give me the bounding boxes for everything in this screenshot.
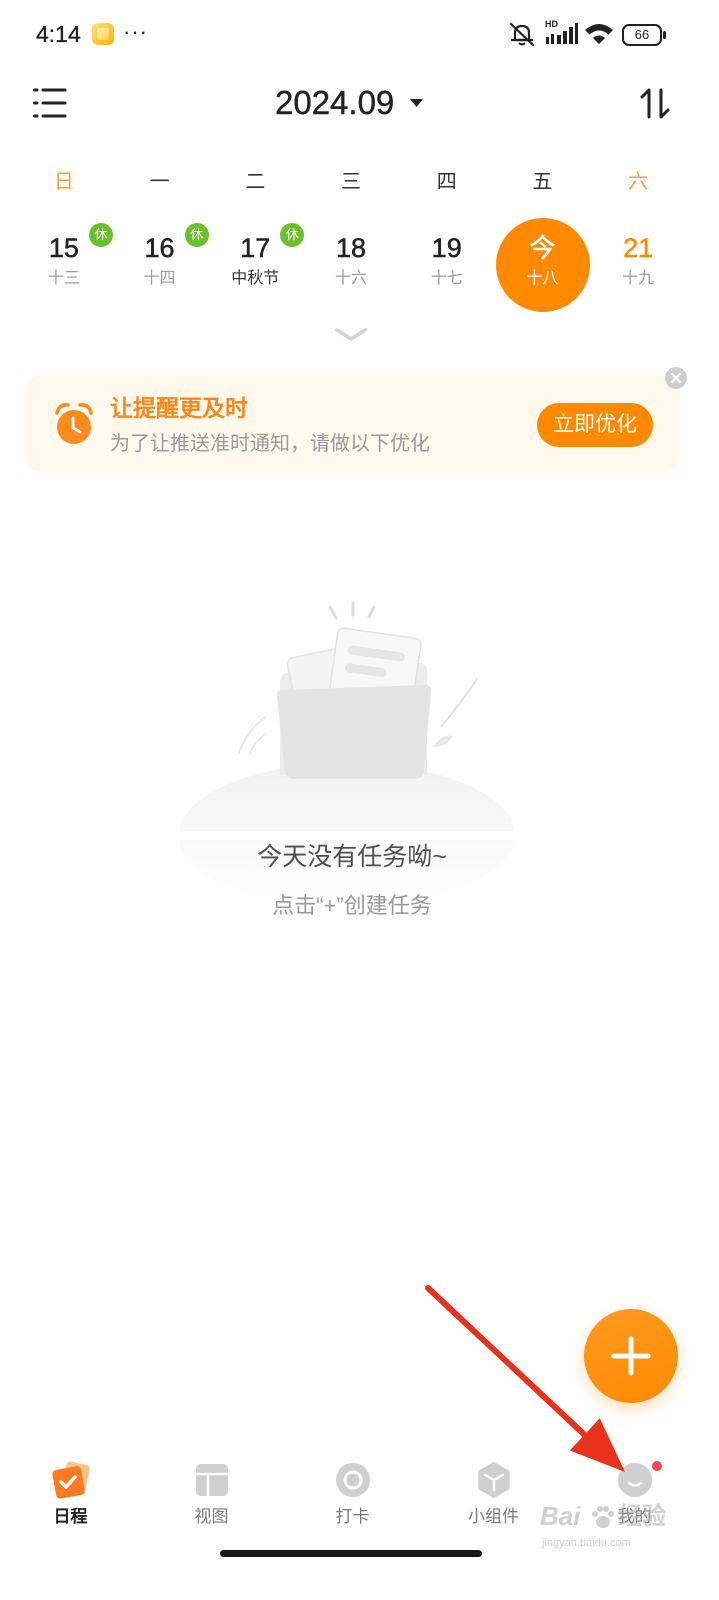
network-hd-label: HD [545,19,558,29]
watermark: Bai 经验 jingyan.baidu.com [540,1500,670,1560]
check-in-icon [329,1456,377,1504]
date-cell[interactable]: 16 十四 休 [112,212,209,322]
nav-label: 打卡 [335,1507,370,1526]
watermark-url: jingyan.baidu.com [542,1537,631,1549]
week-dates-row: 15 十三 休 16 十四 休 17 中秋节 休 18 十六 19 十七 今 十… [16,212,686,322]
view-layout-icon [188,1456,236,1504]
weekday-tue: 二 [245,171,266,193]
notification-dot [652,1461,662,1471]
weekday-thu: 四 [436,171,457,193]
date-cell[interactable]: 17 中秋节 休 [207,212,305,322]
date-number: 18 [335,233,367,264]
caret-down-icon [410,99,424,107]
date-number: 今 [529,233,556,264]
lunar-date: 十八 [526,270,559,287]
home-indicator[interactable] [220,1550,482,1557]
weekday-header: 日 一 二 三 四 五 六 [16,168,686,196]
weekday-sun: 日 [53,171,74,193]
empty-state-title: 今天没有任务呦~ [257,843,447,871]
close-icon[interactable] [665,367,687,389]
status-time: 4:14 [36,21,81,47]
month-title: 2024.09 [275,84,395,121]
date-cell[interactable]: 15 十三 休 [16,212,113,322]
banner-title: 让提醒更及时 [110,395,248,421]
app-notification-icon [92,23,114,45]
wifi-icon [584,22,614,46]
status-more-indicator: ··· [123,19,148,44]
weekday-mon: 一 [149,171,170,193]
lunar-date: 十七 [430,270,463,287]
lunar-date: 十三 [47,270,80,287]
paw-icon [590,1504,616,1530]
watermark-brand: Bai [540,1501,581,1531]
sort-icon[interactable] [638,86,672,120]
empty-state-hint: 点击“+”创建任务 [272,893,432,918]
holiday-rest-badge: 休 [184,223,209,247]
date-cell[interactable]: 19 十七 [399,212,495,322]
lunar-date: 十六 [334,270,367,287]
weekday-wed: 三 [340,171,361,193]
battery-level: 66 [634,27,650,42]
list-menu-icon[interactable] [33,88,67,118]
date-cell[interactable]: 18 十六 [303,212,399,322]
lunar-festival: 中秋节 [231,270,280,287]
mute-bell-icon [508,21,536,47]
month-selector[interactable]: 2024.09 [275,83,424,123]
schedule-check-icon [47,1456,95,1504]
nav-item-checkin[interactable]: 打卡 [282,1450,423,1540]
nav-label: 视图 [194,1507,229,1526]
chevron-down-icon[interactable] [334,328,368,342]
app-notification-icon-inner [97,28,109,40]
banner-subtitle: 为了让推送准时通知，请做以下优化 [110,433,430,455]
optimize-now-button[interactable]: 立即优化 [537,403,653,447]
date-cell[interactable]: 21 十九 [590,212,686,322]
weekday-fri: 五 [532,171,553,193]
empty-folder-illustration [175,595,525,907]
nav-label: 日程 [53,1507,88,1526]
lunar-date: 十四 [143,270,176,287]
red-arrow-annotation [420,1280,635,1480]
weekday-sat: 六 [628,171,649,193]
holiday-rest-badge: 休 [89,223,113,247]
nav-item-view[interactable]: 视图 [141,1450,282,1540]
watermark-suffix: 经验 [618,1503,666,1530]
nav-item-schedule[interactable]: 日程 [0,1450,141,1540]
lunar-date: 十九 [622,270,655,287]
date-cell-today[interactable]: 今 十八 [495,212,591,322]
alarm-clock-icon [52,400,96,446]
date-number: 19 [431,233,462,264]
date-number: 21 [623,233,654,264]
